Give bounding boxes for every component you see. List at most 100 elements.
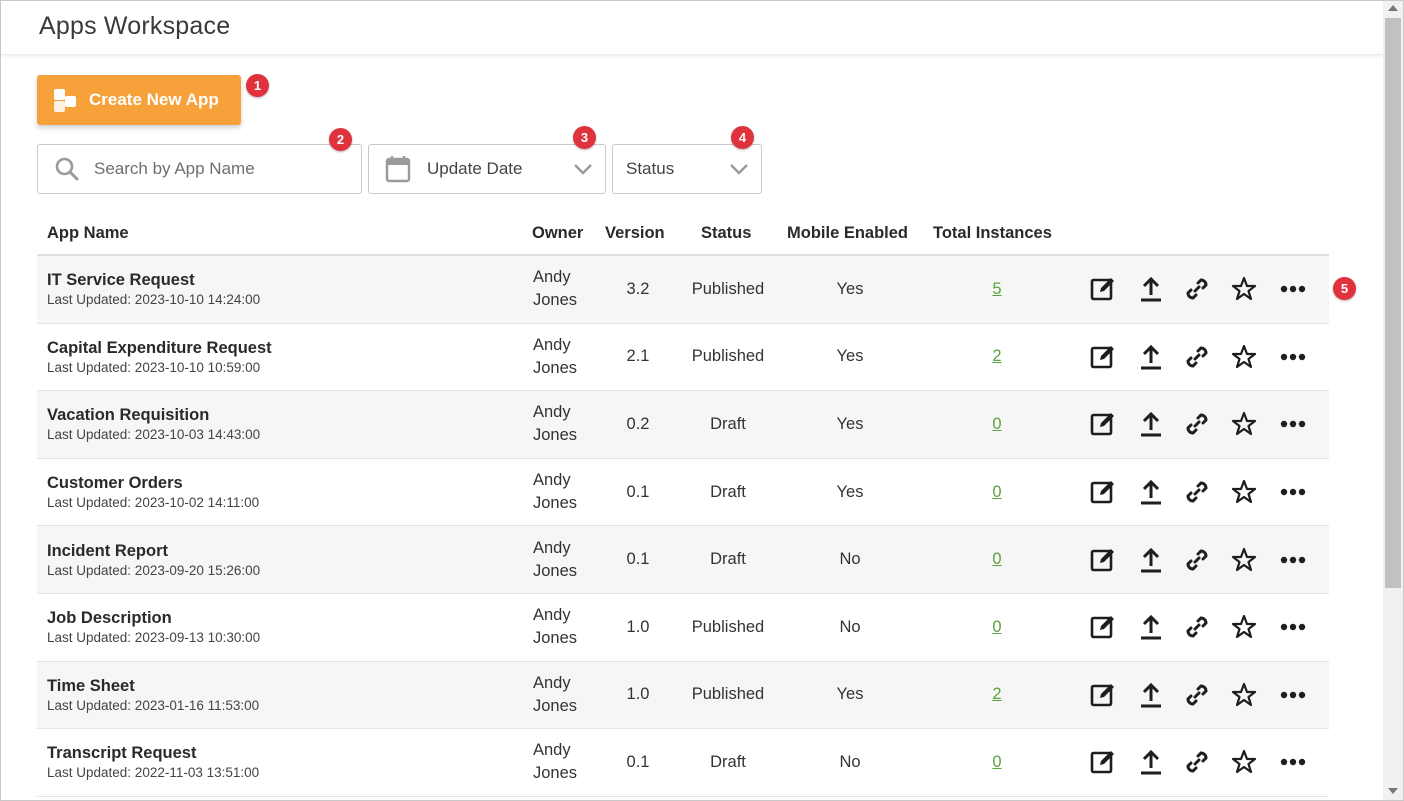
owner-first-name: Andy [533, 335, 571, 354]
table-header: App Name Owner Version Status Mobile Ena… [37, 212, 1329, 256]
instances-cell: 0 [927, 729, 1067, 796]
owner-last-name: Jones [533, 696, 578, 715]
edit-icon[interactable] [1089, 410, 1117, 438]
more-icon[interactable] [1279, 748, 1307, 776]
link-icon[interactable] [1183, 681, 1211, 709]
scroll-thumb[interactable] [1385, 18, 1401, 588]
table-row[interactable]: Time Sheet Last Updated: 2023-01-16 11:53… [37, 661, 1329, 730]
scroll-down-arrow[interactable] [1388, 788, 1398, 794]
owner-first-name: Andy [533, 741, 571, 760]
more-icon[interactable] [1279, 546, 1307, 574]
update-date-select[interactable]: Update Date [368, 144, 606, 194]
app-name[interactable]: Job Description [47, 607, 172, 629]
upload-icon[interactable] [1137, 410, 1165, 438]
link-icon[interactable] [1183, 343, 1211, 371]
table-row[interactable]: Customer Orders Last Updated: 2023-10-02 … [37, 459, 1329, 527]
link-icon[interactable] [1183, 275, 1211, 303]
app-name[interactable]: Vacation Requisition [47, 404, 209, 426]
version-cell: 0.1 [626, 550, 650, 569]
star-icon[interactable] [1230, 275, 1258, 303]
table-row[interactable]: Capital Expenditure Request Last Updated:… [37, 324, 1329, 392]
search-box[interactable] [37, 144, 362, 194]
apps-icon [51, 87, 79, 113]
more-icon[interactable] [1279, 410, 1307, 438]
instances-link[interactable]: 2 [992, 347, 1001, 366]
edit-icon[interactable] [1089, 478, 1117, 506]
link-icon[interactable] [1183, 546, 1211, 574]
version-cell: 0.2 [626, 414, 650, 433]
app-name[interactable]: Transcript Request [47, 742, 196, 764]
star-icon[interactable] [1230, 478, 1258, 506]
edit-icon[interactable] [1089, 748, 1117, 776]
instances-link[interactable]: 5 [992, 280, 1001, 299]
owner-cell: Andy Jones [533, 391, 593, 458]
star-icon[interactable] [1230, 546, 1258, 574]
upload-icon[interactable] [1137, 275, 1165, 303]
upload-icon[interactable] [1137, 478, 1165, 506]
app-name[interactable]: Capital Expenditure Request [47, 337, 272, 359]
table-row[interactable]: Transcript Request Last Updated: 2022-11-… [37, 729, 1329, 797]
star-icon[interactable] [1230, 343, 1258, 371]
upload-icon[interactable] [1137, 748, 1165, 776]
owner-cell: Andy Jones [533, 526, 593, 593]
column-total-instances[interactable]: Total Instances [933, 224, 1052, 243]
upload-icon[interactable] [1137, 546, 1165, 574]
upload-icon[interactable] [1137, 613, 1165, 641]
edit-icon[interactable] [1089, 275, 1117, 303]
upload-icon[interactable] [1137, 681, 1165, 709]
link-icon[interactable] [1183, 410, 1211, 438]
table-row[interactable]: Incident Report Last Updated: 2023-09-20 … [37, 526, 1329, 594]
instances-link[interactable]: 0 [992, 753, 1001, 772]
app-name[interactable]: IT Service Request [47, 269, 195, 291]
edit-icon[interactable] [1089, 613, 1117, 641]
column-version[interactable]: Version [605, 224, 665, 243]
create-new-app-button[interactable]: Create New App [37, 75, 241, 125]
vertical-scrollbar[interactable] [1383, 1, 1403, 800]
column-status[interactable]: Status [701, 224, 751, 243]
link-icon[interactable] [1183, 613, 1211, 641]
more-icon[interactable] [1279, 478, 1307, 506]
column-owner[interactable]: Owner [532, 224, 583, 243]
instances-link[interactable]: 0 [992, 618, 1001, 637]
link-icon[interactable] [1183, 748, 1211, 776]
instances-link[interactable]: 0 [992, 415, 1001, 434]
status-select[interactable]: Status [612, 144, 762, 194]
last-updated: Last Updated: 2023-09-20 15:26:00 [47, 562, 261, 578]
table-row[interactable]: Vacation Requisition Last Updated: 2023-1… [37, 391, 1329, 459]
edit-icon[interactable] [1089, 343, 1117, 371]
more-icon[interactable] [1279, 275, 1307, 303]
mobile-enabled-cell: Yes [836, 279, 864, 298]
edit-icon[interactable] [1089, 546, 1117, 574]
owner-first-name: Andy [533, 606, 571, 625]
link-icon[interactable] [1183, 478, 1211, 506]
search-input[interactable] [94, 159, 334, 179]
mobile-enabled-cell: Yes [836, 685, 864, 704]
instances-link[interactable]: 2 [992, 685, 1001, 704]
upload-icon[interactable] [1137, 343, 1165, 371]
app-name-cell: Customer Orders Last Updated: 2023-10-02 … [47, 459, 259, 526]
app-name[interactable]: Customer Orders [47, 472, 183, 494]
app-name[interactable]: Incident Report [47, 540, 168, 562]
more-icon[interactable] [1279, 613, 1307, 641]
scroll-up-arrow[interactable] [1388, 5, 1398, 11]
star-icon[interactable] [1230, 613, 1258, 641]
star-icon[interactable] [1230, 681, 1258, 709]
owner-last-name: Jones [533, 291, 578, 310]
star-icon[interactable] [1230, 748, 1258, 776]
instances-link[interactable]: 0 [992, 550, 1001, 569]
owner-cell: Andy Jones [533, 729, 593, 796]
column-mobile-enabled[interactable]: Mobile Enabled [787, 224, 908, 243]
star-icon[interactable] [1230, 410, 1258, 438]
status-cell: Published [691, 347, 765, 366]
more-icon[interactable] [1279, 681, 1307, 709]
instances-link[interactable]: 0 [992, 483, 1001, 502]
instances-cell: 2 [927, 324, 1067, 391]
more-icon[interactable] [1279, 343, 1307, 371]
column-app-name[interactable]: App Name [47, 224, 129, 243]
app-name[interactable]: Time Sheet [47, 675, 135, 697]
table-row[interactable]: IT Service Request Last Updated: 2023-10-… [37, 256, 1329, 324]
app-name-cell: Incident Report Last Updated: 2023-09-20 … [47, 526, 260, 593]
table-row[interactable]: Job Description Last Updated: 2023-09-13 … [37, 594, 1329, 662]
edit-icon[interactable] [1089, 681, 1117, 709]
search-icon [55, 157, 79, 181]
